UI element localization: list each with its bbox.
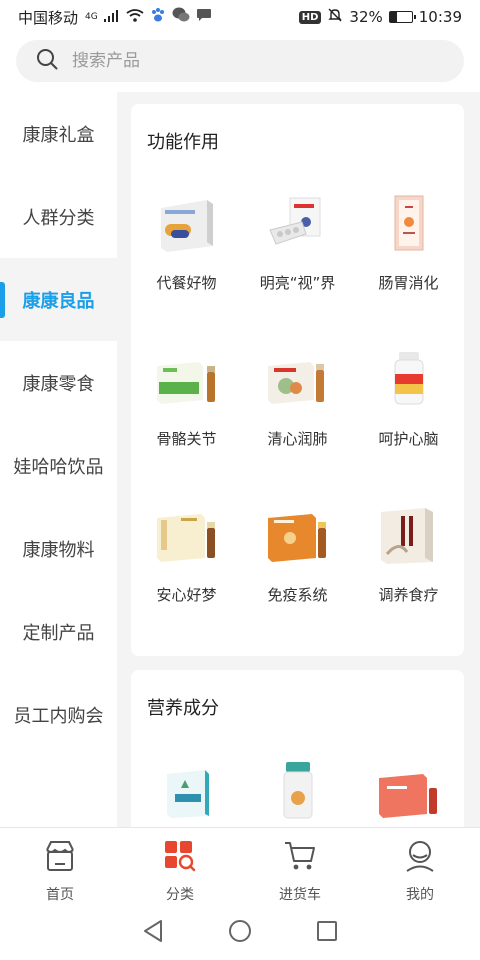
tab-mine[interactable]: 我的 [360, 828, 480, 905]
tab-label: 进货车 [279, 887, 321, 903]
category-tile[interactable]: 免疫系统 [242, 488, 353, 616]
category-content[interactable]: 功能作用 代餐好物 明亮“视”界 肠胃消化 骨骼关节 清心润肺 呵护心脑 安心好… [117, 92, 480, 827]
category-label: 代餐好物 [156, 274, 217, 292]
sidebar-item-label: 康康零食 [22, 373, 95, 395]
sidebar-item-label: 定制产品 [22, 622, 95, 644]
category-tile[interactable]: 代餐好物 [131, 176, 242, 304]
cart-icon [283, 840, 317, 876]
product-thumbnail [152, 188, 222, 258]
category-label: 调养食疗 [378, 586, 439, 604]
product-thumbnail [263, 344, 333, 414]
tab-label: 分类 [166, 887, 194, 903]
sidebar-item-label: 人群分类 [22, 207, 95, 229]
tab-category[interactable]: 分类 [120, 828, 240, 905]
category-tile[interactable]: 清心润肺 [242, 332, 353, 460]
tab-home[interactable]: 首页 [0, 828, 120, 905]
product-thumbnail [152, 344, 222, 414]
category-tile[interactable]: 明亮“视”界 [242, 176, 353, 304]
category-tile[interactable]: 骨骼关节 [131, 332, 242, 460]
sidebar-item-good-products[interactable]: 康康良品 [0, 258, 117, 341]
product-thumbnail [152, 754, 222, 824]
category-tile[interactable]: 呵护心脑 [353, 332, 464, 460]
category-tile[interactable]: 肠胃消化 [353, 176, 464, 304]
search-bar[interactable] [16, 40, 464, 82]
search-input[interactable] [72, 51, 412, 71]
sidebar-item-label: 娃哈哈饮品 [13, 456, 104, 478]
sidebar-item-gift-box[interactable]: 康康礼盒 [0, 92, 117, 175]
category-tile[interactable] [131, 742, 242, 827]
wechat-icon [172, 7, 190, 27]
carrier-label: 中国移动 [18, 8, 79, 27]
sidebar-item-drinks[interactable]: 娃哈哈饮品 [0, 424, 117, 507]
hd-badge: HD [298, 10, 322, 24]
sidebar-item-label: 康康物料 [22, 539, 95, 561]
product-thumbnail [263, 754, 333, 824]
sidebar-item-snacks[interactable]: 康康零食 [0, 341, 117, 424]
sidebar-item-crowd[interactable]: 人群分类 [0, 175, 117, 258]
bottom-tab-bar: 首页 分类 进货车 我的 [0, 827, 480, 905]
category-label: 呵护心脑 [378, 430, 439, 448]
category-label: 清心润肺 [267, 430, 328, 448]
section-title: 营养成分 [147, 698, 219, 719]
home-circle-icon[interactable] [228, 919, 252, 947]
message-icon [196, 8, 212, 27]
sidebar-item-custom[interactable]: 定制产品 [0, 590, 117, 673]
section-title: 功能作用 [147, 132, 219, 153]
status-bar: 中国移动 4G HD 32% 10:39 [0, 0, 480, 34]
category-tile[interactable]: 调养食疗 [353, 488, 464, 616]
tab-label: 我的 [406, 887, 434, 903]
category-tile[interactable] [353, 742, 464, 827]
category-tile[interactable]: 安心好梦 [131, 488, 242, 616]
store-icon [43, 840, 77, 876]
sidebar-item-label: 康康礼盒 [22, 124, 95, 146]
category-sidebar: 康康礼盒 人群分类 康康良品 康康零食 娃哈哈饮品 康康物料 定制产品 员工内购… [0, 92, 117, 827]
sidebar-item-label: 员工内购会 [13, 705, 104, 727]
category-label: 安心好梦 [156, 586, 217, 604]
product-thumbnail [374, 344, 444, 414]
category-label: 骨骼关节 [156, 430, 217, 448]
signal-icon [103, 8, 120, 26]
battery-percent: 32% [349, 8, 383, 26]
product-thumbnail [263, 188, 333, 258]
user-icon [403, 840, 437, 876]
sidebar-item-employee[interactable]: 员工内购会 [0, 673, 117, 756]
network-type: 4G [85, 12, 98, 22]
function-section-card: 功能作用 代餐好物 明亮“视”界 肠胃消化 骨骼关节 清心润肺 呵护心脑 安心好… [131, 104, 464, 656]
category-label: 明亮“视”界 [259, 274, 336, 292]
battery-icon [388, 11, 416, 23]
system-nav-bar [0, 905, 480, 960]
tab-label: 首页 [46, 887, 74, 903]
product-thumbnail [263, 500, 333, 570]
product-thumbnail [374, 500, 444, 570]
search-icon [36, 48, 58, 74]
tab-cart[interactable]: 进货车 [240, 828, 360, 905]
wifi-icon [126, 8, 144, 26]
sidebar-item-label: 康康良品 [22, 290, 95, 312]
sidebar-item-materials[interactable]: 康康物料 [0, 507, 117, 590]
product-thumbnail [152, 500, 222, 570]
category-label: 免疫系统 [267, 586, 328, 604]
clock: 10:39 [418, 8, 462, 26]
product-thumbnail [374, 188, 444, 258]
category-tile[interactable] [242, 742, 353, 827]
category-label: 肠胃消化 [378, 274, 439, 292]
category-icon [163, 840, 197, 876]
paw-app-icon [150, 7, 166, 27]
mute-bell-icon [327, 7, 343, 27]
back-icon[interactable] [142, 919, 164, 947]
nutrition-section-card: 营养成分 [131, 670, 464, 827]
product-thumbnail [374, 754, 444, 824]
recents-icon[interactable] [316, 920, 338, 946]
